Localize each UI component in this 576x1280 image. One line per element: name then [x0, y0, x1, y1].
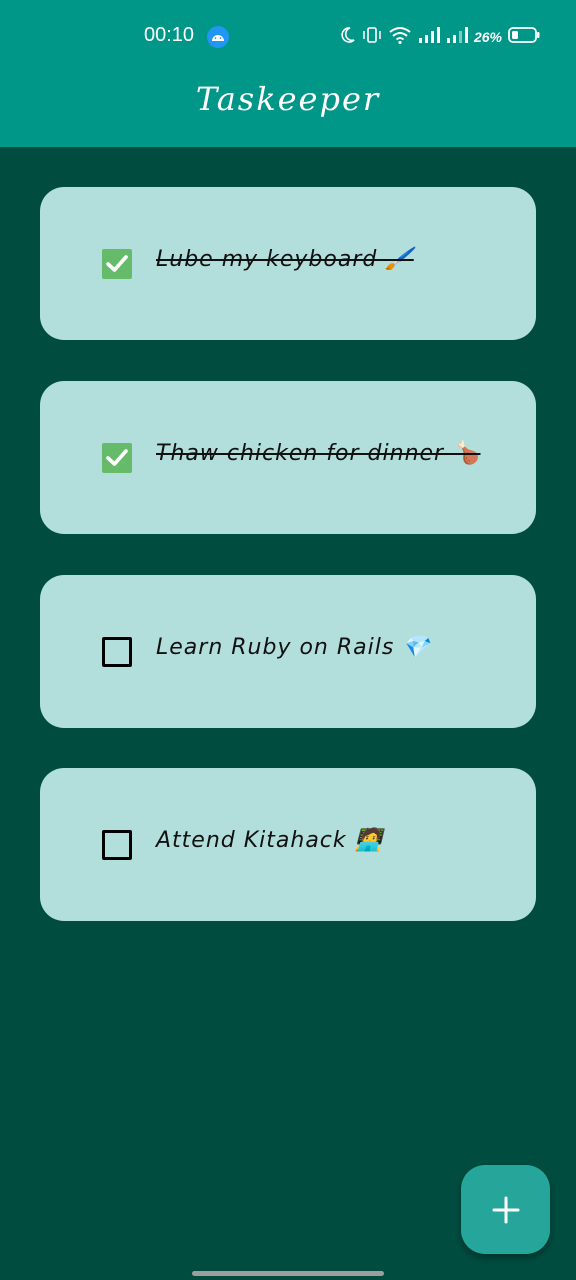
task-checkbox-checked[interactable]: [102, 443, 132, 473]
checkmark-icon: [106, 449, 128, 466]
vibrate-icon: [362, 26, 382, 48]
plus-icon: [492, 1196, 519, 1223]
task-label: Learn Ruby on Rails 💎: [156, 635, 431, 660]
signal-icon-sim2: [446, 26, 468, 48]
task-label: Thaw chicken for dinner 🍗: [156, 441, 481, 466]
task-checkbox-unchecked[interactable]: [102, 830, 132, 860]
do-not-disturb-moon-icon: [340, 26, 356, 48]
battery-icon: [508, 26, 540, 48]
task-card[interactable]: Lube my keyboard 🖌️: [40, 187, 536, 340]
battery-percentage: 26%: [473, 29, 502, 45]
task-card[interactable]: Thaw chicken for dinner 🍗: [40, 381, 536, 534]
signal-icon-sim1: [418, 26, 440, 48]
task-checkbox-checked[interactable]: [102, 249, 132, 279]
task-checkbox-unchecked[interactable]: [102, 637, 132, 667]
task-label: Lube my keyboard 🖌️: [156, 247, 414, 272]
status-time: 00:10: [144, 24, 195, 46]
wifi-icon: [388, 26, 412, 48]
task-card[interactable]: Attend Kitahack 🧑‍💻: [40, 768, 536, 921]
status-bar: 00:10 26%: [0, 0, 576, 72]
task-label: Attend Kitahack 🧑‍💻: [156, 828, 384, 853]
task-card[interactable]: Learn Ruby on Rails 💎: [40, 575, 536, 728]
app-title: Taskeeper: [195, 80, 381, 118]
checkmark-icon: [106, 255, 128, 272]
android-notification-icon: [207, 26, 229, 48]
add-task-button[interactable]: [461, 1165, 550, 1254]
gesture-navigation-bar[interactable]: [192, 1271, 384, 1276]
